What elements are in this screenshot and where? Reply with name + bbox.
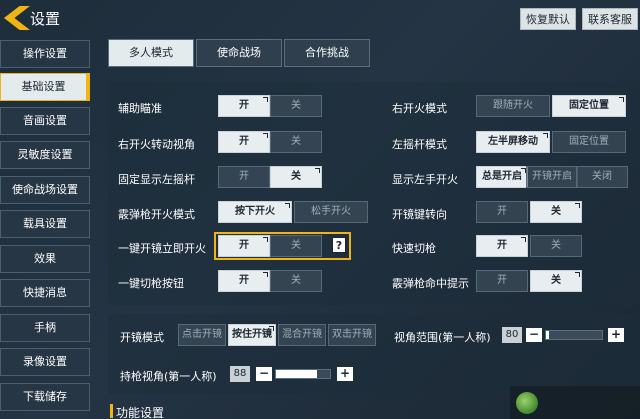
help-icon[interactable]: ? (332, 237, 346, 253)
fov-label: 视角范围(第一人称) (394, 331, 491, 344)
shotgun-fire-mode-label: 霰弹枪开火模式 (118, 208, 195, 221)
fire-rotate-label: 右开火转动视角 (118, 138, 195, 151)
aim-assist-label: 辅助瞄准 (118, 102, 162, 115)
aim-assist-on[interactable]: 开 (218, 95, 270, 117)
fixed-left-stick-on[interactable]: 开 (218, 166, 270, 188)
section-accent-bar (110, 404, 113, 418)
quick-switch-off[interactable]: 关 (530, 235, 582, 257)
scope-hold[interactable]: 按住开镜 (228, 324, 276, 346)
quick-switch-button-off[interactable]: 关 (270, 270, 322, 292)
tab-coop[interactable]: 合作挑战 (284, 39, 370, 67)
sidebar-item-basic[interactable]: 基础设置 (0, 73, 90, 101)
fov-plus-button[interactable]: + (608, 328, 624, 342)
gun-fov-slider[interactable] (275, 369, 331, 379)
sidebar-item-sensitivity[interactable]: 灵敏度设置 (0, 141, 90, 169)
shotgun-press-fire[interactable]: 按下开火 (218, 201, 292, 223)
sidebar-item-recording[interactable]: 录像设置 (0, 348, 90, 376)
sidebar-item-audio-video[interactable]: 音画设置 (0, 107, 90, 135)
shotgun-hit-hint-off[interactable]: 关 (530, 270, 582, 292)
fov-value: 80 (502, 327, 522, 343)
left-fire-off[interactable]: 关闭 (576, 166, 628, 188)
quick-switch-button-label: 一键切枪按钮 (118, 277, 184, 290)
tab-battle-royale[interactable]: 使命战场 (196, 39, 282, 67)
watermark (510, 386, 640, 419)
scope-tap[interactable]: 点击开镜 (178, 324, 226, 346)
contact-support-button[interactable]: 联系客服 (582, 8, 638, 30)
gun-fov-plus-button[interactable]: + (337, 367, 353, 381)
fixed-left-stick-label: 固定显示左摇杆 (118, 173, 195, 186)
shotgun-hit-hint-label: 霰弹枪命中提示 (392, 277, 469, 290)
restore-default-button[interactable]: 恢复默认 (520, 8, 576, 30)
gun-fov-label: 持枪视角(第一人称) (120, 370, 217, 383)
quick-switch-on[interactable]: 开 (476, 235, 528, 257)
fire-key-steer-label: 开镜键转向 (392, 208, 447, 221)
top-bar: 设置 恢复默认 联系客服 (0, 0, 640, 36)
fire-rotate-off[interactable]: 关 (270, 131, 322, 153)
fire-key-steer-on[interactable]: 开 (476, 201, 528, 223)
tab-multiplayer[interactable]: 多人模式 (108, 39, 194, 67)
sidebar-item-quick-messages[interactable]: 快捷消息 (0, 279, 90, 307)
fixed-left-stick-off[interactable]: 关 (270, 166, 322, 188)
left-fire-button-label: 显示左手开火 (392, 173, 458, 186)
left-stick-mode-label: 左摇杆模式 (392, 138, 447, 151)
scope-hybrid[interactable]: 混合开镜 (278, 324, 326, 346)
sidebar-item-effects[interactable]: 效果 (0, 245, 90, 273)
fov-slider-fill (546, 331, 549, 339)
sidebar-item-operation[interactable]: 操作设置 (0, 40, 90, 68)
left-stick-fixed[interactable]: 固定位置 (552, 131, 626, 153)
page-title: 设置 (30, 10, 61, 28)
right-fire-follow[interactable]: 跟随开火 (476, 95, 550, 117)
sidebar-item-download[interactable]: 下载储存 (0, 383, 90, 411)
quick-switch-label: 快速切枪 (392, 242, 436, 255)
scope-mode-label: 开镜模式 (120, 331, 164, 344)
gun-fov-value: 88 (230, 366, 250, 382)
fov-slider[interactable] (545, 330, 603, 340)
ads-fire-off[interactable]: 关 (270, 235, 322, 257)
gun-fov-slider-fill (276, 370, 317, 378)
right-fire-mode-label: 右开火模式 (392, 102, 447, 115)
left-stick-half-screen[interactable]: 左半屏移动 (476, 131, 550, 153)
section-function-title: 功能设置 (116, 406, 165, 419)
sidebar-item-vehicle[interactable]: 载具设置 (0, 210, 90, 238)
quick-switch-button-on[interactable]: 开 (218, 270, 270, 292)
left-fire-always[interactable]: 总是开启 (476, 166, 528, 188)
scope-double-tap[interactable]: 双击开镜 (328, 324, 376, 346)
ads-fire-on[interactable]: 开 (218, 235, 270, 257)
right-fire-fixed[interactable]: 固定位置 (552, 95, 626, 117)
back-arrow-icon[interactable] (4, 6, 30, 30)
sidebar-item-battle-royale[interactable]: 使命战场设置 (0, 176, 90, 204)
fire-rotate-on[interactable]: 开 (218, 131, 270, 153)
fire-key-steer-off[interactable]: 关 (530, 201, 582, 223)
gun-fov-minus-button[interactable]: − (256, 367, 272, 381)
left-fire-scope[interactable]: 开镜开启 (526, 166, 578, 188)
sidebar-item-controller[interactable]: 手柄 (0, 314, 90, 342)
aim-assist-off[interactable]: 关 (270, 95, 322, 117)
shotgun-hit-hint-on[interactable]: 开 (476, 270, 528, 292)
ads-fire-label: 一键开镜立即开火 (118, 242, 206, 255)
watermark-logo-icon (516, 392, 538, 414)
fov-minus-button[interactable]: − (526, 328, 542, 342)
shotgun-release-fire[interactable]: 松手开火 (294, 201, 368, 223)
